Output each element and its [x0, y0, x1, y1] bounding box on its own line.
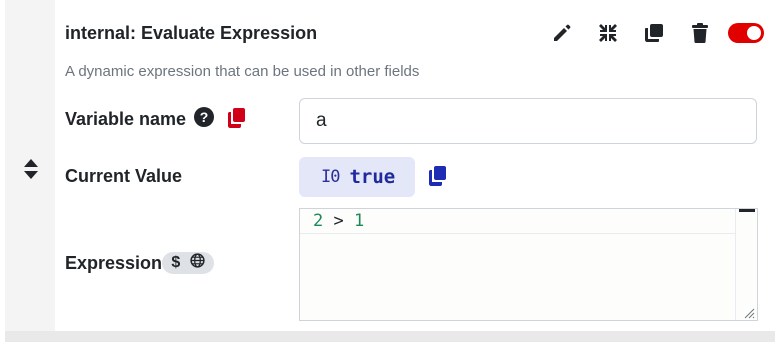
- help-icon[interactable]: ?: [194, 107, 214, 127]
- editor-scrollbar[interactable]: [735, 209, 757, 320]
- variable-name-label: Variable name: [65, 109, 187, 129]
- resize-handle-icon[interactable]: [743, 306, 755, 319]
- editor-scroll-thumb[interactable]: [739, 209, 755, 212]
- code-token-right: 1: [353, 211, 365, 231]
- expression-badges: $: [162, 252, 214, 274]
- expression-label: Expression: [65, 253, 163, 273]
- globe-icon: [189, 253, 205, 273]
- current-value-chip[interactable]: I0 true: [299, 157, 415, 197]
- compress-icon[interactable]: [596, 21, 620, 45]
- active-line: [300, 209, 735, 234]
- drag-handle-icon[interactable]: [21, 157, 41, 181]
- expression-code[interactable]: 2 > 1: [313, 211, 364, 231]
- pencil-icon[interactable]: [550, 21, 574, 45]
- code-token-operator: >: [323, 211, 354, 231]
- toggle-knob: [747, 26, 761, 40]
- code-token-left: 2: [313, 211, 324, 231]
- trash-icon[interactable]: [688, 21, 712, 45]
- bottom-bar: [5, 331, 775, 342]
- current-value-label: Current Value: [65, 166, 183, 186]
- variable-name-input[interactable]: [299, 98, 757, 144]
- node-description: A dynamic expression that can be used in…: [65, 63, 420, 80]
- dollar-icon: $: [171, 254, 181, 271]
- expression-editor[interactable]: 2 > 1: [299, 208, 758, 321]
- boolean-type-icon: I0: [321, 167, 341, 187]
- copy-value-icon[interactable]: [428, 165, 448, 187]
- enable-toggle[interactable]: [728, 23, 764, 43]
- copy-variable-icon[interactable]: [227, 107, 247, 129]
- node-title: internal: Evaluate Expression: [65, 23, 318, 43]
- duplicate-icon[interactable]: [642, 21, 666, 45]
- current-value-text: true: [349, 166, 396, 188]
